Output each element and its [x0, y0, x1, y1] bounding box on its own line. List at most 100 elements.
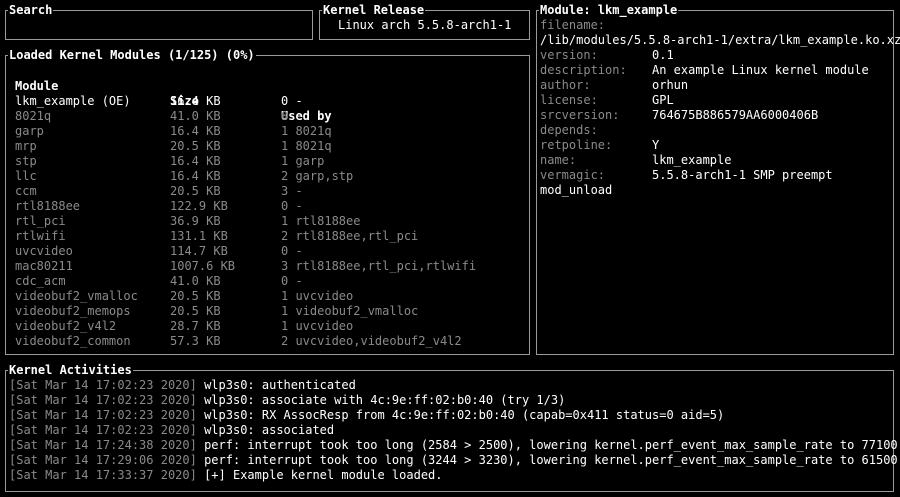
- module-size: 41.0 KB: [170, 109, 221, 123]
- info-row: filename:: [540, 18, 892, 33]
- info-value: mod_unload: [540, 183, 613, 197]
- table-row[interactable]: mac80211 1007.6 KB 3 rtl8188ee,rtl_pci,rtl…: [15, 259, 520, 274]
- table-row[interactable]: mrp 20.5 KB 1 8021q: [15, 139, 520, 154]
- module-info-title: Module: lkm_example: [539, 2, 679, 18]
- table-row[interactable]: videobuf2_vmalloc 20.5 KB 1 uvcvideo: [15, 289, 520, 304]
- info-key: vermagic:: [540, 168, 606, 182]
- module-name: videobuf2_vmalloc: [15, 289, 138, 303]
- module-name: videobuf2_v4l2: [15, 319, 117, 333]
- log-message: wlp3s0: authenticated: [204, 378, 356, 392]
- info-value: 0.1: [652, 48, 674, 62]
- info-value: orhun: [652, 78, 689, 92]
- module-size: 20.5 KB: [170, 184, 221, 198]
- table-row[interactable]: uvcvideo 114.7 KB 0 -: [15, 244, 520, 259]
- info-key: license:: [540, 93, 598, 107]
- info-value: GPL: [652, 93, 674, 107]
- module-size: 16.4 KB: [170, 169, 221, 183]
- log-line: [Sat Mar 14 17:02:23 2020] wlp3s0: assoc…: [9, 393, 889, 408]
- module-size: 41.0 KB: [170, 274, 221, 288]
- info-row: retpoline: Y: [540, 138, 892, 153]
- info-key: filename:: [540, 18, 606, 32]
- table-row[interactable]: lkm_example (OE) 16.4 KB 0 -: [15, 94, 520, 109]
- col-header-module: Module: [15, 79, 59, 93]
- module-size: 57.3 KB: [170, 334, 221, 348]
- module-size: 20.5 KB: [170, 289, 221, 303]
- info-key: name:: [540, 153, 577, 167]
- table-row[interactable]: videobuf2_common 57.3 KB 2 uvcvideo,videob…: [15, 334, 520, 349]
- log-message: wlp3s0: associate with 4c:9e:ff:02:b0:40…: [204, 393, 566, 407]
- module-name: 8021q: [15, 109, 52, 123]
- log-timestamp: [Sat Mar 14 17:02:23 2020]: [9, 378, 197, 392]
- info-value: 764675B886579AA6000406B: [652, 108, 819, 122]
- search-title: Search: [8, 2, 54, 18]
- info-row: author: orhun: [540, 78, 892, 93]
- module-used-by: 2 garp,stp: [281, 169, 354, 183]
- module-size: 122.9 KB: [170, 199, 228, 213]
- log-message: perf: interrupt took too long (2584 > 25…: [204, 438, 898, 452]
- module-used-by: 1 videobuf2_vmalloc: [281, 304, 419, 318]
- search-panel[interactable]: Search: [5, 2, 313, 40]
- module-size: 36.9 KB: [170, 214, 221, 228]
- table-row[interactable]: rtlwifi 131.1 KB 2 rtl8188ee,rtl_pci: [15, 229, 520, 244]
- module-name: rtlwifi: [15, 229, 66, 243]
- log-timestamp: [Sat Mar 14 17:29:06 2020]: [9, 453, 197, 467]
- kernel-release-title: Kernel Release: [322, 2, 426, 18]
- module-name: lkm_example (OE): [15, 94, 131, 108]
- info-row: name: lkm_example: [540, 153, 892, 168]
- modules-title: Loaded Kernel Modules (1/125) (0%): [8, 47, 256, 63]
- modules-header: Module Size Used by: [15, 64, 515, 123]
- info-key: retpoline:: [540, 138, 613, 152]
- table-row[interactable]: cdc_acm 41.0 KB 0 -: [15, 274, 520, 289]
- log-line: [Sat Mar 14 17:02:23 2020] wlp3s0: RX As…: [9, 408, 889, 423]
- search-input[interactable]: [12, 18, 302, 33]
- table-row[interactable]: llc 16.4 KB 2 garp,stp: [15, 169, 520, 184]
- log-message: wlp3s0: associated: [204, 423, 335, 437]
- module-used-by: 1 garp: [281, 154, 325, 168]
- log-timestamp: [Sat Mar 14 17:02:23 2020]: [9, 423, 197, 437]
- log-message: perf: interrupt took too long (3244 > 32…: [204, 453, 898, 467]
- info-row: /lib/modules/5.5.8-arch1-1/extra/lkm_exa…: [540, 33, 900, 48]
- module-size: 131.1 KB: [170, 229, 228, 243]
- table-row[interactable]: 8021q 41.0 KB 0 -: [15, 109, 520, 124]
- module-name: mac80211: [15, 259, 73, 273]
- module-info-panel: Module: lkm_example filename:/lib/module…: [536, 2, 900, 355]
- log-message: wlp3s0: RX AssocResp from 4c:9e:ff:02:b0…: [204, 408, 725, 422]
- table-row[interactable]: stp 16.4 KB 1 garp: [15, 154, 520, 169]
- kernel-release-panel: Kernel Release Linux arch 5.5.8-arch1-1: [319, 2, 530, 40]
- table-row[interactable]: videobuf2_memops 20.5 KB 1 videobuf2_vmall…: [15, 304, 520, 319]
- log-timestamp: [Sat Mar 14 17:02:23 2020]: [9, 393, 197, 407]
- kernel-activities-title: Kernel Activities: [8, 362, 133, 378]
- info-row: version: 0.1: [540, 48, 892, 63]
- module-size: 20.5 KB: [170, 304, 221, 318]
- table-row[interactable]: ccm 20.5 KB 3 -: [15, 184, 520, 199]
- module-used-by: 0 -: [281, 244, 303, 258]
- module-size: 20.5 KB: [170, 139, 221, 153]
- module-used-by: 1 rtl8188ee: [281, 214, 361, 228]
- info-key: version:: [540, 48, 598, 62]
- module-name: cdc_acm: [15, 274, 66, 288]
- info-key: depends:: [540, 123, 598, 137]
- module-name: videobuf2_common: [15, 334, 131, 348]
- kernel-release-value: Linux arch 5.5.8-arch1-1: [338, 18, 512, 32]
- module-used-by: 0 -: [281, 274, 303, 288]
- table-row[interactable]: videobuf2_v4l2 28.7 KB 1 uvcvideo: [15, 319, 520, 334]
- info-key: description:: [540, 63, 627, 77]
- info-key: author:: [540, 78, 591, 92]
- table-row[interactable]: rtl_pci 36.9 KB 1 rtl8188ee: [15, 214, 520, 229]
- info-value: An example Linux kernel module: [652, 63, 869, 77]
- info-key: srcversion:: [540, 108, 620, 122]
- log-timestamp: [Sat Mar 14 17:24:38 2020]: [9, 438, 197, 452]
- module-used-by: 1 uvcvideo: [281, 289, 354, 303]
- module-size: 1007.6 KB: [170, 259, 236, 273]
- module-name: ccm: [15, 184, 37, 198]
- module-used-by: 3 -: [281, 184, 303, 198]
- module-used-by: 0 -: [281, 199, 303, 213]
- info-row: depends:: [540, 123, 892, 138]
- log-line: [Sat Mar 14 17:24:38 2020] perf: interru…: [9, 438, 898, 453]
- module-used-by: 2 uvcvideo,videobuf2_v4l2: [281, 334, 462, 348]
- table-row[interactable]: garp 16.4 KB 1 8021q: [15, 124, 520, 139]
- table-row[interactable]: rtl8188ee 122.9 KB 0 -: [15, 199, 520, 214]
- module-size: 16.4 KB: [170, 124, 221, 138]
- info-row: mod_unload: [540, 183, 892, 198]
- module-name: llc: [15, 169, 37, 183]
